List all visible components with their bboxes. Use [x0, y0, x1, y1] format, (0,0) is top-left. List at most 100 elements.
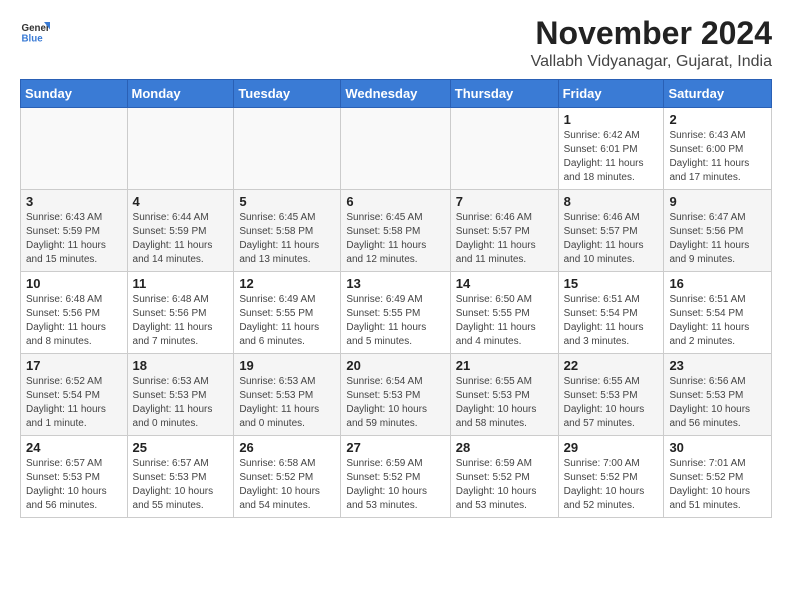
- table-row: 27 Sunrise: 6:59 AMSunset: 5:52 PMDayligh…: [341, 436, 450, 518]
- col-tuesday: Tuesday: [234, 80, 341, 108]
- day-info: Sunrise: 6:51 AMSunset: 5:54 PMDaylight:…: [669, 293, 766, 349]
- table-row: 13 Sunrise: 6:49 AMSunset: 5:55 PMDayligh…: [341, 272, 450, 354]
- calendar-table: Sunday Monday Tuesday Wednesday Thursday…: [20, 79, 772, 518]
- day-info: Sunrise: 6:46 AMSunset: 5:57 PMDaylight:…: [456, 211, 553, 267]
- table-row: [21, 108, 128, 190]
- calendar-week-row: 17 Sunrise: 6:52 AMSunset: 5:54 PMDayligh…: [21, 354, 772, 436]
- day-info: Sunrise: 6:45 AMSunset: 5:58 PMDaylight:…: [346, 211, 444, 267]
- day-info: Sunrise: 6:44 AMSunset: 5:59 PMDaylight:…: [133, 211, 229, 267]
- table-row: [234, 108, 341, 190]
- table-row: 2Sunrise: 6:43 AMSunset: 6:00 PMDaylight…: [664, 108, 772, 190]
- day-number: 23: [669, 358, 766, 373]
- table-row: 10 Sunrise: 6:48 AMSunset: 5:56 PMDayligh…: [21, 272, 128, 354]
- day-info: Sunrise: 6:43 AMSunset: 5:59 PMDaylight:…: [26, 211, 122, 267]
- col-friday: Friday: [558, 80, 664, 108]
- day-number: 2: [669, 112, 766, 127]
- table-row: 25 Sunrise: 6:57 AMSunset: 5:53 PMDayligh…: [127, 436, 234, 518]
- logo-icon: General Blue: [20, 16, 50, 46]
- table-row: 11 Sunrise: 6:48 AMSunset: 5:56 PMDayligh…: [127, 272, 234, 354]
- table-row: 16 Sunrise: 6:51 AMSunset: 5:54 PMDayligh…: [664, 272, 772, 354]
- day-number: 10: [26, 276, 122, 291]
- table-row: 22 Sunrise: 6:55 AMSunset: 5:53 PMDayligh…: [558, 354, 664, 436]
- day-number: 11: [133, 276, 229, 291]
- table-row: 9Sunrise: 6:47 AMSunset: 5:56 PMDaylight…: [664, 190, 772, 272]
- day-number: 22: [564, 358, 659, 373]
- table-row: 1Sunrise: 6:42 AMSunset: 6:01 PMDaylight…: [558, 108, 664, 190]
- day-info: Sunrise: 6:59 AMSunset: 5:52 PMDaylight:…: [346, 457, 444, 513]
- day-number: 5: [239, 194, 335, 209]
- col-wednesday: Wednesday: [341, 80, 450, 108]
- day-info: Sunrise: 6:51 AMSunset: 5:54 PMDaylight:…: [564, 293, 659, 349]
- table-row: 29Sunrise: 7:00 AMSunset: 5:52 PMDayligh…: [558, 436, 664, 518]
- day-info: Sunrise: 6:48 AMSunset: 5:56 PMDaylight:…: [133, 293, 229, 349]
- day-info: Sunrise: 6:59 AMSunset: 5:52 PMDaylight:…: [456, 457, 553, 513]
- day-number: 7: [456, 194, 553, 209]
- table-row: 6 Sunrise: 6:45 AMSunset: 5:58 PMDaylight…: [341, 190, 450, 272]
- day-number: 6: [346, 194, 444, 209]
- day-info: Sunrise: 6:48 AMSunset: 5:56 PMDaylight:…: [26, 293, 122, 349]
- day-number: 25: [133, 440, 229, 455]
- calendar-week-row: 24Sunrise: 6:57 AMSunset: 5:53 PMDayligh…: [21, 436, 772, 518]
- table-row: 15 Sunrise: 6:51 AMSunset: 5:54 PMDayligh…: [558, 272, 664, 354]
- table-row: 8Sunrise: 6:46 AMSunset: 5:57 PMDaylight…: [558, 190, 664, 272]
- day-number: 16: [669, 276, 766, 291]
- day-info: Sunrise: 6:53 AMSunset: 5:53 PMDaylight:…: [133, 375, 229, 431]
- day-number: 17: [26, 358, 122, 373]
- table-row: 14 Sunrise: 6:50 AMSunset: 5:55 PMDayligh…: [450, 272, 558, 354]
- day-info: Sunrise: 6:55 AMSunset: 5:53 PMDaylight:…: [564, 375, 659, 431]
- table-row: 26 Sunrise: 6:58 AMSunset: 5:52 PMDayligh…: [234, 436, 341, 518]
- svg-text:General: General: [22, 23, 51, 34]
- day-number: 12: [239, 276, 335, 291]
- col-monday: Monday: [127, 80, 234, 108]
- day-number: 26: [239, 440, 335, 455]
- table-row: 20 Sunrise: 6:54 AMSunset: 5:53 PMDayligh…: [341, 354, 450, 436]
- day-info: Sunrise: 6:52 AMSunset: 5:54 PMDaylight:…: [26, 375, 122, 431]
- day-info: Sunrise: 6:53 AMSunset: 5:53 PMDaylight:…: [239, 375, 335, 431]
- day-number: 19: [239, 358, 335, 373]
- day-number: 8: [564, 194, 659, 209]
- title-area: November 2024 Vallabh Vidyanagar, Gujara…: [531, 16, 772, 71]
- day-info: Sunrise: 6:56 AMSunset: 5:53 PMDaylight:…: [669, 375, 766, 431]
- header: General Blue November 2024 Vallabh Vidya…: [20, 16, 772, 71]
- table-row: 18Sunrise: 6:53 AMSunset: 5:53 PMDayligh…: [127, 354, 234, 436]
- day-info: Sunrise: 7:01 AMSunset: 5:52 PMDaylight:…: [669, 457, 766, 513]
- table-row: 12Sunrise: 6:49 AMSunset: 5:55 PMDayligh…: [234, 272, 341, 354]
- day-number: 15: [564, 276, 659, 291]
- table-row: [450, 108, 558, 190]
- calendar-week-row: 1Sunrise: 6:42 AMSunset: 6:01 PMDaylight…: [21, 108, 772, 190]
- table-row: 7 Sunrise: 6:46 AMSunset: 5:57 PMDaylight…: [450, 190, 558, 272]
- day-info: Sunrise: 6:49 AMSunset: 5:55 PMDaylight:…: [346, 293, 444, 349]
- day-number: 20: [346, 358, 444, 373]
- day-info: Sunrise: 6:57 AMSunset: 5:53 PMDaylight:…: [133, 457, 229, 513]
- day-info: Sunrise: 7:00 AMSunset: 5:52 PMDaylight:…: [564, 457, 659, 513]
- table-row: 3Sunrise: 6:43 AMSunset: 5:59 PMDaylight…: [21, 190, 128, 272]
- day-number: 4: [133, 194, 229, 209]
- day-info: Sunrise: 6:55 AMSunset: 5:53 PMDaylight:…: [456, 375, 553, 431]
- day-info: Sunrise: 6:58 AMSunset: 5:52 PMDaylight:…: [239, 457, 335, 513]
- day-number: 14: [456, 276, 553, 291]
- table-row: [127, 108, 234, 190]
- day-number: 30: [669, 440, 766, 455]
- day-number: 27: [346, 440, 444, 455]
- day-info: Sunrise: 6:57 AMSunset: 5:53 PMDaylight:…: [26, 457, 122, 513]
- table-row: 5 Sunrise: 6:45 AMSunset: 5:58 PMDaylight…: [234, 190, 341, 272]
- day-info: Sunrise: 6:42 AMSunset: 6:01 PMDaylight:…: [564, 129, 659, 185]
- col-sunday: Sunday: [21, 80, 128, 108]
- calendar-header-row: Sunday Monday Tuesday Wednesday Thursday…: [21, 80, 772, 108]
- table-row: 30 Sunrise: 7:01 AMSunset: 5:52 PMDayligh…: [664, 436, 772, 518]
- table-row: 4 Sunrise: 6:44 AMSunset: 5:59 PMDaylight…: [127, 190, 234, 272]
- table-row: 28 Sunrise: 6:59 AMSunset: 5:52 PMDayligh…: [450, 436, 558, 518]
- day-number: 28: [456, 440, 553, 455]
- day-info: Sunrise: 6:54 AMSunset: 5:53 PMDaylight:…: [346, 375, 444, 431]
- table-row: 19 Sunrise: 6:53 AMSunset: 5:53 PMDayligh…: [234, 354, 341, 436]
- day-info: Sunrise: 6:50 AMSunset: 5:55 PMDaylight:…: [456, 293, 553, 349]
- day-info: Sunrise: 6:45 AMSunset: 5:58 PMDaylight:…: [239, 211, 335, 267]
- col-thursday: Thursday: [450, 80, 558, 108]
- logo: General Blue: [20, 16, 50, 46]
- table-row: 17 Sunrise: 6:52 AMSunset: 5:54 PMDayligh…: [21, 354, 128, 436]
- table-row: [341, 108, 450, 190]
- day-number: 9: [669, 194, 766, 209]
- table-row: 23 Sunrise: 6:56 AMSunset: 5:53 PMDayligh…: [664, 354, 772, 436]
- calendar-week-row: 10 Sunrise: 6:48 AMSunset: 5:56 PMDayligh…: [21, 272, 772, 354]
- day-number: 13: [346, 276, 444, 291]
